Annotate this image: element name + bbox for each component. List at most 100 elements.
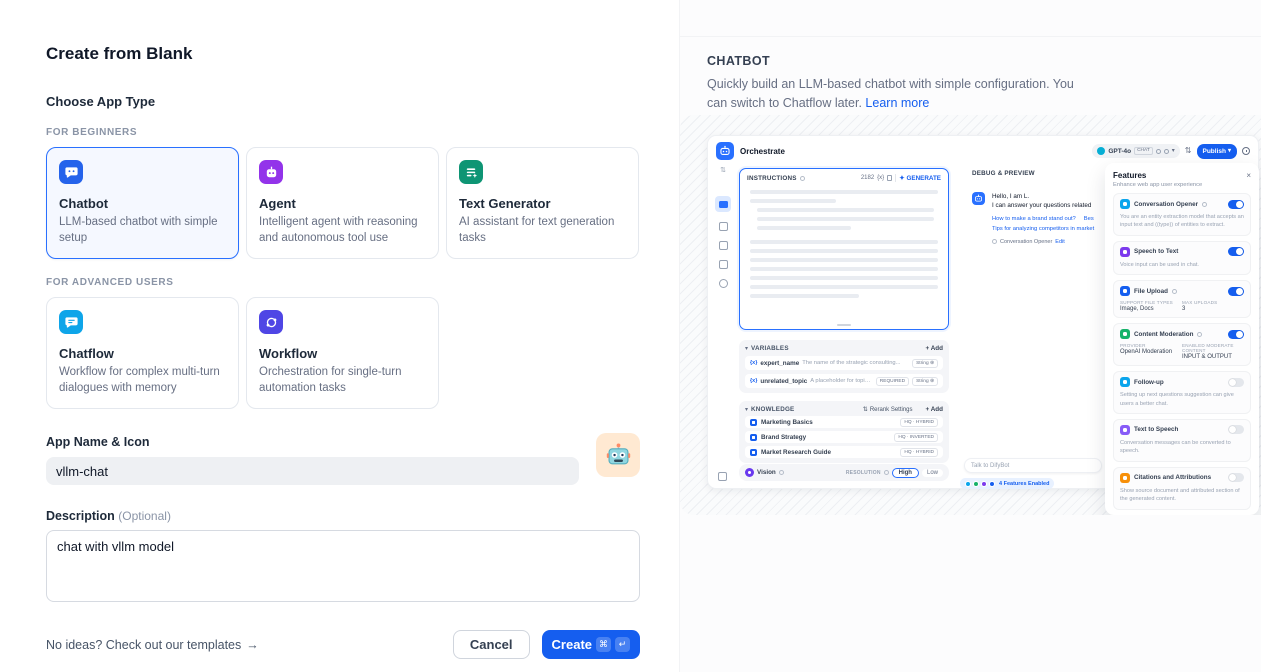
feature-desc: Conversation messages can be converted t… (1120, 439, 1244, 456)
skeleton-line (750, 294, 859, 298)
app-type-card-agent[interactable]: Agent Intelligent agent with reasoning a… (246, 147, 439, 259)
features-panel: Features × Enhance web app user experien… (1105, 163, 1259, 515)
chevron-down-icon: ▾ (1228, 148, 1231, 154)
dataset-name: Market Research Guide (761, 449, 896, 456)
feature-chip-icon (973, 481, 979, 487)
meta-value: 3 (1182, 306, 1244, 312)
feature-toggle (1228, 247, 1244, 256)
knowledge-row: Market Research Guide HQ · HYBRID (745, 446, 943, 458)
card-title: Chatbot (59, 196, 226, 211)
edit-link: Edit (1055, 239, 1064, 245)
features-enabled-chips: 4 Features Enabled (960, 478, 1054, 489)
card-title: Text Generator (459, 196, 626, 211)
publish-button: Publish ▾ (1197, 144, 1238, 159)
text-to-speech-icon (1120, 425, 1130, 435)
chat-input: Talk to DifyBot (964, 458, 1102, 473)
dataset-name: Brand Strategy (761, 434, 890, 441)
feature-name: Citations and Attributions (1134, 474, 1211, 481)
enter-key-icon: ↵ (615, 637, 630, 652)
vision-icon (745, 468, 754, 477)
feature-desc: Setting up next questions suggestion can… (1120, 391, 1244, 408)
feature-toggle (1228, 287, 1244, 296)
feature-desc: You are an entity extraction model that … (1120, 213, 1244, 230)
knowledge-panel: ▾ KNOWLEDGE ⇅ Rerank Settings + Add Mark… (739, 401, 949, 463)
required-tag: REQUIRED (876, 377, 909, 386)
skeleton-line (750, 199, 836, 203)
app-type-card-workflow[interactable]: Workflow Orchestration for single-turn a… (246, 297, 439, 409)
feature-name: Conversation Opener (1134, 201, 1198, 208)
skeleton-line (750, 249, 938, 253)
preview-illustration: Orchestrate GPT-4o CHAT ▾ ⇅ Publish (680, 115, 1261, 515)
app-name-input[interactable] (46, 457, 579, 485)
file-upload-icon (1120, 286, 1130, 296)
add-variable-button: + Add (926, 345, 943, 352)
app-icon-picker[interactable] (596, 433, 640, 477)
opener-footer: Conversation Opener Edit (992, 239, 1106, 245)
info-icon (884, 470, 889, 475)
skeleton-line (750, 285, 938, 289)
variable-icon: {x} (750, 360, 757, 366)
app-type-card-text-generator[interactable]: Text Generator AI assistant for text gen… (446, 147, 639, 259)
orchestrate-nav-icon (715, 196, 731, 212)
create-button[interactable]: Create ⌘ ↵ (542, 630, 640, 659)
collapse-icon: ▾ (745, 407, 748, 413)
meta-label: ENABLED MODERATE CONTENT (1182, 343, 1244, 353)
history-icon (1242, 147, 1250, 155)
chevron-down-icon: ▾ (1172, 148, 1175, 154)
beginner-cards-row: Chatbot LLM-based chatbot with simple se… (46, 147, 640, 259)
card-title: Agent (259, 196, 426, 211)
info-icon (1197, 332, 1202, 337)
skeleton-line (750, 276, 938, 280)
model-name: GPT-4o (1108, 148, 1131, 155)
meta-value: OpenAI Moderation (1120, 349, 1182, 355)
feature-toggle (1228, 330, 1244, 339)
feature-name: Text to Speech (1134, 426, 1178, 433)
feature-name: File Upload (1134, 288, 1168, 295)
variables-title: VARIABLES (751, 345, 789, 352)
feature-chip-icon (965, 481, 971, 487)
copy-icon (887, 175, 892, 181)
dataset-icon (750, 419, 757, 426)
greeting-line: I can answer your questions related (992, 201, 1106, 210)
meta-label: MAX UPLOADS (1182, 300, 1244, 305)
knowledge-row: Brand Strategy HQ · INVERTED (745, 431, 943, 443)
feature-speech-to-text: Speech to Text Voice input can be used i… (1113, 241, 1251, 275)
learn-more-link[interactable]: Learn more (865, 96, 929, 110)
card-description: AI assistant for text generation tasks (459, 215, 626, 246)
feature-desc: Voice input can be used in chat. (1120, 261, 1244, 269)
app-type-card-chatflow[interactable]: Chatflow Workflow for complex multi-turn… (46, 297, 239, 409)
feature-citations: Citations and Attributions Show source d… (1113, 467, 1251, 510)
dataset-tag: HQ · HYBRID (900, 418, 938, 427)
variable-icon: {x} (750, 378, 757, 384)
info-icon (800, 176, 805, 181)
bot-avatar-icon (972, 192, 985, 205)
instructions-title: INSTRUCTIONS (747, 175, 797, 182)
meta-label: SUPPORT FILE TYPES (1120, 300, 1182, 305)
skeleton-line (750, 267, 938, 271)
meta-value: INPUT & OUTPUT (1182, 354, 1244, 360)
features-enabled-label: 4 Features Enabled (999, 481, 1049, 487)
app-type-card-chatbot[interactable]: Chatbot LLM-based chatbot with simple se… (46, 147, 239, 259)
card-title: Workflow (259, 346, 426, 361)
sparkle-icon: ✦ (899, 175, 904, 182)
card-description: Orchestration for single-turn automation… (259, 365, 426, 396)
skeleton-line (757, 217, 934, 221)
description-textarea[interactable]: chat with vllm model (46, 530, 640, 602)
vision-row: Vision RESOLUTION High Low (739, 464, 949, 481)
info-icon (1172, 289, 1177, 294)
advanced-cards-row: Chatflow Workflow for complex multi-turn… (46, 297, 640, 409)
variable-name: expert_name (760, 360, 799, 367)
variable-type-tag: String ⊛ (912, 359, 938, 368)
web-nav-icon (719, 279, 728, 288)
rerank-settings-button: ⇅ Rerank Settings (863, 406, 913, 413)
feature-name: Follow-up (1134, 379, 1164, 386)
preview-sidebar: ⇅ (708, 166, 738, 488)
variable-row: {x} unrelated_topic A placeholder for to… (745, 374, 943, 388)
skeleton-line (757, 208, 934, 212)
templates-link[interactable]: No ideas? Check out our templates → (46, 638, 259, 652)
variable-type-tag: String ⊛ (912, 377, 938, 386)
agent-icon (259, 160, 283, 184)
for-advanced-users-label: FOR ADVANCED USERS (46, 277, 640, 288)
cancel-button[interactable]: Cancel (453, 630, 530, 659)
create-app-modal: Create from Blank Choose App Type FOR BE… (0, 0, 1261, 672)
